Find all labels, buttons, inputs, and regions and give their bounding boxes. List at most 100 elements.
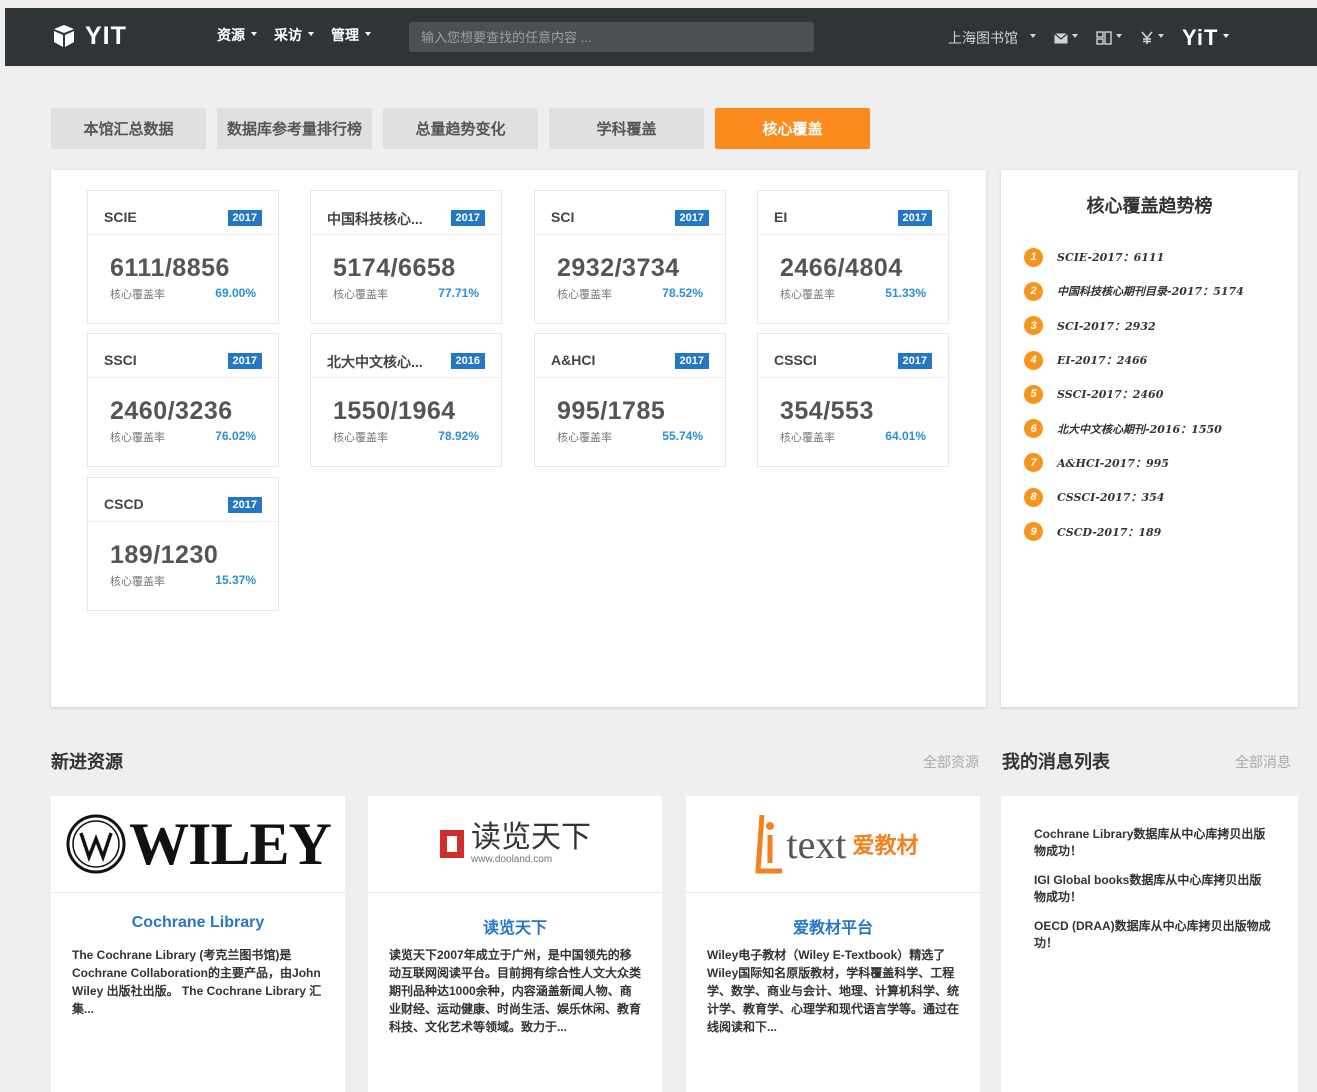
coverage-card[interactable]: 中国科技核心... 2017 5174/6658 核心覆盖率 77.71% [310, 190, 502, 324]
card-db-name: SCI [551, 209, 575, 225]
card-db-name: 中国科技核心... [327, 211, 423, 227]
coverage-card[interactable]: EI 2017 2466/4804 核心覆盖率 51.33% [757, 190, 949, 324]
coverage-card[interactable]: SCI 2017 2932/3734 核心覆盖率 78.52% [534, 190, 726, 324]
card-header: SSCI 2017 [88, 334, 278, 378]
resource-name[interactable]: 读览天下 [368, 914, 662, 938]
rank-text: CSCD-2017：189 [1057, 525, 1162, 539]
wiley-wordmark: WILEY [129, 810, 332, 877]
year-badge: 2017 [227, 497, 262, 513]
rank-number-badge: 6 [1024, 419, 1043, 439]
wiley-logo: WILEY [51, 796, 345, 893]
ranking-item[interactable]: 4 EI-2017：2466 [1024, 343, 1244, 377]
library-selector[interactable]: 上海图书馆 [948, 28, 1036, 48]
coverage-count: 995/1785 [557, 397, 666, 425]
tab-total-trend[interactable]: 总量趋势变化 [383, 108, 538, 149]
card-header: SCI 2017 [535, 191, 725, 235]
rank-text: SCI-2017：2932 [1057, 319, 1156, 333]
coverage-card[interactable]: CSCD 2017 189/1230 核心覆盖率 15.37% [87, 477, 279, 611]
rank-text: A&HCI-2017：995 [1057, 456, 1169, 470]
resource-description: Wiley电子教材（Wiley E-Textbook）精选了Wiley国际知名原… [707, 948, 960, 1034]
message-item[interactable]: IGI Global books数据库从中心库拷贝出版物成功！ [1034, 872, 1272, 906]
coverage-rate-value: 69.00% [215, 286, 256, 300]
top-navbar: YIT 资源 采访 管理 上海图书馆 YiT [5, 8, 1317, 66]
coverage-count: 1550/1964 [333, 397, 456, 425]
coverage-card[interactable]: SSCI 2017 2460/3236 核心覆盖率 76.02% [87, 333, 279, 467]
ranking-item[interactable]: 6 北大中文核心期刊-2016：1550 [1024, 411, 1244, 445]
year-badge: 2016 [450, 353, 485, 369]
yit-logo-icon [54, 25, 74, 47]
ranking-item[interactable]: 5 SSCI-2017：2460 [1024, 377, 1244, 411]
core-coverage-panel: SCIE 2017 6111/8856 核心覆盖率 69.00% 中国科技核心... 201… [51, 170, 986, 707]
resource-card-dooland[interactable]: 读览天下 www.dooland.com 读览天下 读览天下2007年成立于广州… [368, 796, 662, 1092]
chevron-down-icon [1072, 34, 1078, 38]
menu-manage[interactable]: 管理 [331, 25, 371, 45]
app-logo[interactable]: YIT [51, 21, 127, 51]
menu-acquisition[interactable]: 采访 [274, 25, 314, 45]
mail-dropdown[interactable] [1054, 32, 1078, 44]
ranking-panel: 核心覆盖趋势榜 1 SCIE-2017：6111 2 中国科技核心期刊目录-2017：… [1001, 170, 1298, 707]
tab-database-ranking[interactable]: 数据库参考量排行榜 [217, 108, 372, 149]
dooland-url: www.dooland.com [471, 854, 553, 865]
coverage-card[interactable]: A&HCI 2017 995/1785 核心覆盖率 55.74% [534, 333, 726, 467]
coverage-count: 6111/8856 [110, 254, 230, 282]
coverage-card[interactable]: SCIE 2017 6111/8856 核心覆盖率 69.00% [87, 190, 279, 324]
card-header: EI 2017 [758, 191, 948, 235]
resource-card-cochrane[interactable]: WILEY Cochrane Library The Cochrane Libr… [51, 796, 345, 1092]
tab-core-coverage[interactable]: 核心覆盖 [715, 108, 870, 149]
chevron-down-icon [251, 32, 257, 37]
menu-resources[interactable]: 资源 [217, 25, 257, 45]
mail-icon [1054, 32, 1068, 43]
coverage-rate-value: 76.02% [215, 429, 256, 443]
messages-list: Cochrane Library数据库从中心库拷贝出版物成功！ IGI Glob… [1034, 826, 1272, 964]
year-badge: 2017 [450, 210, 485, 226]
card-db-name: A&HCI [551, 352, 596, 368]
resource-name[interactable]: Cochrane Library [51, 914, 345, 932]
card-db-name: CSCD [104, 496, 144, 512]
ranking-item[interactable]: 2 中国科技核心期刊目录-2017：5174 [1024, 274, 1244, 308]
coverage-rate-label: 核心覆盖率 [333, 432, 388, 444]
chevron-down-icon [1116, 34, 1122, 38]
navbar-right: 上海图书馆 YiT [948, 25, 1230, 51]
rank-number-badge: 3 [1024, 316, 1043, 336]
rank-number-badge: 8 [1024, 487, 1043, 507]
coverage-rate-value: 64.01% [885, 429, 926, 443]
coverage-count: 2466/4804 [780, 254, 903, 282]
wiley-emblem-icon [66, 814, 126, 874]
ranking-item[interactable]: 9 CSCD-2017：189 [1024, 514, 1244, 548]
card-db-name: SSCI [104, 352, 137, 368]
all-resources-link[interactable]: 全部资源 [923, 752, 979, 772]
card-db-name: SCIE [104, 209, 137, 225]
tab-subject-coverage[interactable]: 学科覆盖 [549, 108, 704, 149]
resource-description: 读览天下2007年成立于广州，是中国领先的移动互联网阅读平台。目前拥有综合性人文… [389, 948, 642, 1034]
coverage-count: 189/1230 [110, 541, 219, 569]
chevron-down-icon [1030, 34, 1036, 38]
ranking-list: 1 SCIE-2017：6111 2 中国科技核心期刊目录-2017：5174 3 SCI… [1024, 240, 1244, 549]
resource-name[interactable]: 爱教材平台 [686, 914, 980, 938]
layout-dropdown[interactable] [1096, 31, 1122, 45]
ranking-item[interactable]: 7 A&HCI-2017：995 [1024, 446, 1244, 480]
coverage-rate-label: 核心覆盖率 [110, 289, 165, 301]
dooland-wordmark: 读览天下 [471, 820, 591, 855]
message-item[interactable]: Cochrane Library数据库从中心库拷贝出版物成功！ [1034, 826, 1272, 860]
chevron-down-icon [365, 32, 371, 37]
coverage-card[interactable]: 北大中文核心... 2016 1550/1964 核心覆盖率 78.92% [310, 333, 502, 467]
card-header: 中国科技核心... 2017 [311, 191, 501, 235]
coverage-rate-value: 51.33% [885, 286, 926, 300]
tab-library-summary[interactable]: 本馆汇总数据 [51, 108, 206, 149]
logo-text: YIT [85, 21, 127, 50]
ranking-item[interactable]: 1 SCIE-2017：6111 [1024, 240, 1244, 274]
ranking-item[interactable]: 8 CSSCI-2017：354 [1024, 480, 1244, 514]
coverage-count: 354/553 [780, 397, 874, 425]
user-menu[interactable]: YiT [1182, 25, 1230, 51]
card-db-name: CSSCI [774, 352, 817, 368]
rank-number-badge: 7 [1024, 453, 1043, 473]
card-header: SCIE 2017 [88, 191, 278, 235]
coverage-card[interactable]: CSSCI 2017 354/553 核心覆盖率 64.01% [757, 333, 949, 467]
card-db-name: EI [774, 209, 788, 225]
message-item[interactable]: OECD (DRAA)数据库从中心库拷贝出版物成功！ [1034, 918, 1272, 952]
all-messages-link[interactable]: 全部消息 [1235, 752, 1291, 772]
resource-card-itext[interactable]: text 爱教材 爱教材平台 Wiley电子教材（Wiley E-Textboo… [686, 796, 980, 1092]
ranking-item[interactable]: 3 SCI-2017：2932 [1024, 309, 1244, 343]
currency-dropdown[interactable] [1140, 31, 1164, 45]
search-input[interactable] [409, 22, 814, 52]
